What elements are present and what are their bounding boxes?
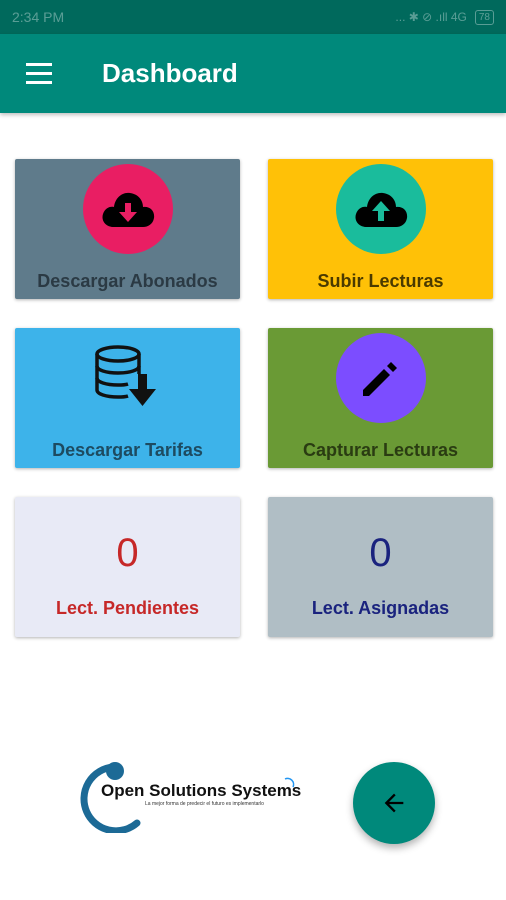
- page-title: Dashboard: [102, 58, 238, 88]
- company-logo: Open Solutions Systems La mejor forma de…: [67, 757, 307, 833]
- tile-label: Descargar Abonados: [37, 271, 218, 291]
- capture-readings-tile[interactable]: Capturar Lecturas: [268, 328, 493, 468]
- pencil-icon: [336, 333, 426, 423]
- logo-name: Open Solutions Systems: [101, 781, 302, 800]
- pending-count: 0: [116, 531, 139, 575]
- hamburger-menu-icon[interactable]: [24, 63, 54, 85]
- logo-tagline: La mejor forma de predecir el futuro es …: [145, 801, 264, 807]
- app-bar: Dashboard: [0, 34, 506, 113]
- assigned-count: 0: [369, 531, 392, 575]
- status-indicators: ... ✱ ⊘ .ıll 4G: [395, 10, 467, 24]
- cloud-download-icon: [83, 164, 173, 254]
- download-rates-tile[interactable]: Descargar Tarifas: [15, 328, 240, 468]
- status-bar: 2:34 PM ... ✱ ⊘ .ıll 4G 78: [0, 0, 506, 34]
- pending-label: Lect. Pendientes: [55, 598, 200, 618]
- cloud-upload-icon: [336, 164, 426, 254]
- assigned-label: Lect. Asignadas: [311, 598, 450, 618]
- status-time: 2:34 PM: [12, 9, 65, 25]
- back-fab-button[interactable]: [353, 762, 435, 844]
- arrow-back-icon: [384, 793, 404, 813]
- status-icons: ... ✱ ⊘ .ıll 4G 78: [395, 9, 494, 25]
- download-subscribers-tile[interactable]: Descargar Abonados: [15, 159, 240, 299]
- assigned-readings-card: 0 Lect. Asignadas: [268, 497, 493, 637]
- upload-readings-tile[interactable]: Subir Lecturas: [268, 159, 493, 299]
- tile-label: Capturar Lecturas: [302, 440, 459, 460]
- database-download-icon: [93, 344, 163, 410]
- pending-readings-card: 0 Lect. Pendientes: [15, 497, 240, 637]
- tile-label: Subir Lecturas: [317, 271, 444, 291]
- tile-label: Descargar Tarifas: [52, 440, 203, 460]
- battery-icon: 78: [474, 9, 494, 25]
